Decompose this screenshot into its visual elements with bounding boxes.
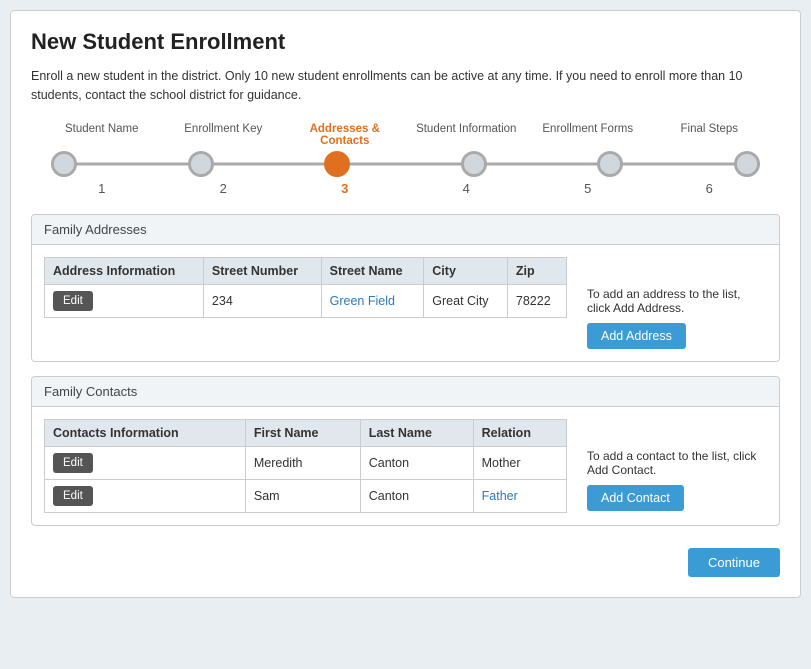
continue-button[interactable]: Continue bbox=[688, 548, 780, 577]
cont-first-0: Meredith bbox=[245, 446, 360, 479]
step-circle-5 bbox=[597, 151, 623, 177]
step-circle-4 bbox=[461, 151, 487, 177]
cont-edit-cell-1: Edit bbox=[45, 479, 246, 512]
contacts-table: Contacts Information First Name Last Nam… bbox=[44, 419, 567, 513]
add-contact-hint: To add a contact to the list, click Add … bbox=[587, 449, 767, 477]
addr-col-street-name: Street Name bbox=[321, 257, 424, 284]
step-number-5: 5 bbox=[527, 181, 649, 196]
addr-col-city: City bbox=[424, 257, 508, 284]
step-label-1: Student Name bbox=[41, 123, 163, 147]
addr-zip-val: 78222 bbox=[507, 284, 566, 317]
steps-line bbox=[51, 162, 760, 165]
family-addresses-section: Family Addresses Address Information Str… bbox=[31, 214, 780, 362]
cont-edit-cell-0: Edit bbox=[45, 446, 246, 479]
family-contacts-section: Family Contacts Contacts Information Fir… bbox=[31, 376, 780, 526]
step-number-4: 4 bbox=[406, 181, 528, 196]
step-circle-1 bbox=[51, 151, 77, 177]
cont-col-first: First Name bbox=[245, 419, 360, 446]
family-contacts-content: Contacts Information First Name Last Nam… bbox=[32, 407, 779, 525]
cont-col-last: Last Name bbox=[360, 419, 473, 446]
addr-city-val: Great City bbox=[424, 284, 508, 317]
addresses-table-area: Address Information Street Number Street… bbox=[44, 257, 567, 349]
cont-first-1: Sam bbox=[245, 479, 360, 512]
step-circle-3 bbox=[324, 151, 350, 177]
add-address-button[interactable]: Add Address bbox=[587, 323, 686, 349]
cont-relation-0: Mother bbox=[473, 446, 566, 479]
step-number-2: 2 bbox=[163, 181, 285, 196]
add-address-hint: To add an address to the list, click Add… bbox=[587, 287, 767, 315]
addr-col-zip: Zip bbox=[507, 257, 566, 284]
addr-col-street-num: Street Number bbox=[203, 257, 321, 284]
steps-labels: Student Name Enrollment Key Addresses & … bbox=[31, 123, 780, 147]
addresses-table: Address Information Street Number Street… bbox=[44, 257, 567, 318]
address-row-0: Edit 234 Green Field Great City 78222 bbox=[45, 284, 567, 317]
step-number-6: 6 bbox=[649, 181, 771, 196]
family-contacts-title: Family Contacts bbox=[32, 377, 779, 407]
family-addresses-content: Address Information Street Number Street… bbox=[32, 245, 779, 361]
page-description: Enroll a new student in the district. On… bbox=[31, 67, 780, 105]
contacts-side-area: To add a contact to the list, click Add … bbox=[587, 419, 767, 513]
step-circle-6 bbox=[734, 151, 760, 177]
addr-street-num-val: 234 bbox=[203, 284, 321, 317]
add-contact-button[interactable]: Add Contact bbox=[587, 485, 684, 511]
addresses-side-area: To add an address to the list, click Add… bbox=[587, 257, 767, 349]
cont-col-relation: Relation bbox=[473, 419, 566, 446]
cont-relation-1: Father bbox=[473, 479, 566, 512]
step-label-4: Student Information bbox=[406, 123, 528, 147]
step-circle-2 bbox=[188, 151, 214, 177]
addr-street-name-val: Green Field bbox=[321, 284, 424, 317]
cont-col-info: Contacts Information bbox=[45, 419, 246, 446]
edit-contact-1-button[interactable]: Edit bbox=[53, 486, 93, 506]
addr-col-info: Address Information bbox=[45, 257, 204, 284]
contact-row-0: Edit Meredith Canton Mother bbox=[45, 446, 567, 479]
edit-address-button[interactable]: Edit bbox=[53, 291, 93, 311]
contacts-table-area: Contacts Information First Name Last Nam… bbox=[44, 419, 567, 513]
step-label-3: Addresses & Contacts bbox=[284, 123, 406, 147]
family-addresses-title: Family Addresses bbox=[32, 215, 779, 245]
addr-edit-cell: Edit bbox=[45, 284, 204, 317]
steps-numbers: 1 2 3 4 5 6 bbox=[31, 181, 780, 196]
step-label-5: Enrollment Forms bbox=[527, 123, 649, 147]
continue-row: Continue bbox=[31, 540, 780, 581]
cont-last-1: Canton bbox=[360, 479, 473, 512]
edit-contact-0-button[interactable]: Edit bbox=[53, 453, 93, 473]
page-title: New Student Enrollment bbox=[31, 29, 780, 55]
step-number-3: 3 bbox=[284, 181, 406, 196]
step-label-2: Enrollment Key bbox=[163, 123, 285, 147]
cont-last-0: Canton bbox=[360, 446, 473, 479]
step-number-1: 1 bbox=[41, 181, 163, 196]
step-label-6: Final Steps bbox=[649, 123, 771, 147]
contact-row-1: Edit Sam Canton Father bbox=[45, 479, 567, 512]
steps-track bbox=[31, 151, 780, 177]
